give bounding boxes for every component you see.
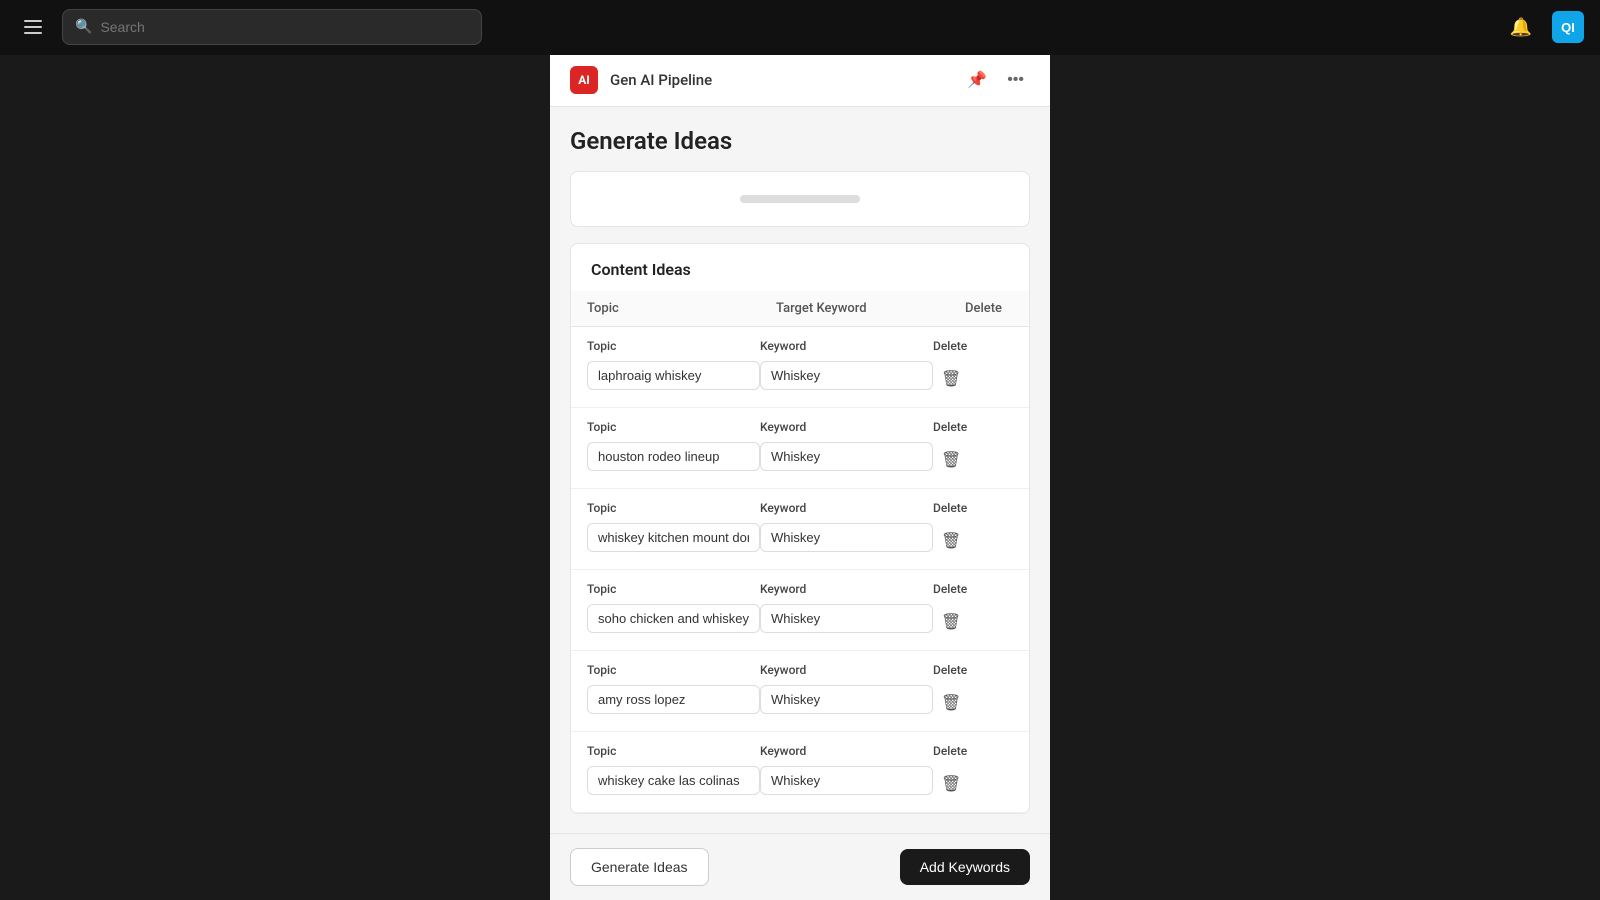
table-row: Topic Keyword Delete 🗑 [571,408,1029,489]
delete-label: Delete [933,663,967,677]
delete-cell: Delete 🗑 [933,744,1013,800]
more-button[interactable]: ••• [1001,66,1030,94]
page-content: Generate Ideas Content Ideas Topic Targe… [550,107,1050,833]
topic-cell: Topic [587,339,760,390]
delete-button[interactable]: 🗑 [933,768,969,800]
topic-input[interactable] [587,523,760,552]
topic-input[interactable] [587,442,760,471]
delete-button[interactable]: 🗑 [933,687,969,719]
page-title: Generate Ideas [570,127,1030,155]
keyword-cell: Keyword [760,663,933,714]
delete-cell: Delete 🗑 [933,663,1013,719]
topic-cell: Topic [587,420,760,471]
top-nav: 🔍 🔔 QI [0,0,1600,55]
keyword-input[interactable] [760,766,933,795]
sub-header: AI Gen AI Pipeline 📌 ••• [550,55,1050,107]
table-row: Topic Keyword Delete 🗑 [571,327,1029,408]
topic-input[interactable] [587,685,760,714]
app-logo: AI [570,66,598,94]
delete-cell: Delete 🗑 [933,420,1013,476]
app-wrapper: 🔍 🔔 QI AI Gen AI Pipeline 📌 ••• Generate… [0,0,1600,900]
topic-label: Topic [587,744,760,758]
keyword-label: Keyword [760,339,933,353]
generate-ideas-button[interactable]: Generate Ideas [570,848,709,886]
pin-button[interactable]: 📌 [961,66,993,94]
topic-cell: Topic [587,663,760,714]
keyword-input[interactable] [760,523,933,552]
table-header-row: Topic Target Keyword Delete [571,291,1029,327]
keyword-label: Keyword [760,582,933,596]
keyword-cell: Keyword [760,420,933,471]
delete-label: Delete [933,744,967,758]
delete-label: Delete [933,501,967,515]
topic-label: Topic [587,582,760,596]
main-panel: AI Gen AI Pipeline 📌 ••• Generate Ideas … [550,55,1050,900]
hamburger-button[interactable] [16,12,50,42]
keyword-cell: Keyword [760,339,933,390]
keyword-cell: Keyword [760,744,933,795]
delete-cell: Delete 🗑 [933,339,1013,395]
topic-cell: Topic [587,744,760,795]
keyword-input[interactable] [760,604,933,633]
app-title: Gen AI Pipeline [610,71,712,89]
keyword-label: Keyword [760,663,933,677]
bottom-actions: Generate Ideas Add Keywords [550,833,1050,900]
ideas-table: Topic Target Keyword Delete Topic Keywor… [571,291,1029,813]
topic-input[interactable] [587,361,760,390]
topic-cell: Topic [587,582,760,633]
delete-button[interactable]: 🗑 [933,363,969,395]
col-header-delete: Delete [949,291,1029,326]
topic-cell: Topic [587,501,760,552]
sub-header-actions: 📌 ••• [961,66,1030,94]
keyword-cell: Keyword [760,501,933,552]
content-ideas-header: Content Ideas [571,244,1029,291]
search-bar: 🔍 [62,9,482,45]
keyword-input[interactable] [760,361,933,390]
collapsed-section [570,171,1030,227]
delete-cell: Delete 🗑 [933,582,1013,638]
bell-button[interactable]: 🔔 [1502,9,1540,46]
table-row: Topic Keyword Delete 🗑 [571,732,1029,813]
keyword-input[interactable] [760,442,933,471]
delete-button[interactable]: 🗑 [933,606,969,638]
topic-label: Topic [587,663,760,677]
table-row: Topic Keyword Delete 🗑 [571,651,1029,732]
delete-button[interactable]: 🗑 [933,525,969,557]
table-row: Topic Keyword Delete 🗑 [571,489,1029,570]
keyword-cell: Keyword [760,582,933,633]
table-row: Topic Keyword Delete 🗑 [571,570,1029,651]
delete-button[interactable]: 🗑 [933,444,969,476]
keyword-input[interactable] [760,685,933,714]
col-header-keyword: Target Keyword [760,291,949,326]
rows-container: Topic Keyword Delete 🗑 Topic Keyword Del [571,327,1029,813]
topic-input[interactable] [587,766,760,795]
delete-label: Delete [933,420,967,434]
collapsed-bar [740,195,860,203]
content-ideas-card: Content Ideas Topic Target Keyword Delet… [570,243,1030,814]
topic-label: Topic [587,501,760,515]
keyword-label: Keyword [760,501,933,515]
search-icon: 🔍 [75,19,92,35]
topic-input[interactable] [587,604,760,633]
add-keywords-button[interactable]: Add Keywords [900,849,1030,885]
delete-cell: Delete 🗑 [933,501,1013,557]
keyword-label: Keyword [760,744,933,758]
topic-label: Topic [587,420,760,434]
topic-label: Topic [587,339,760,353]
col-header-topic: Topic [571,291,760,326]
search-input[interactable] [100,19,469,35]
avatar-button[interactable]: QI [1552,11,1584,43]
delete-label: Delete [933,339,967,353]
delete-label: Delete [933,582,967,596]
keyword-label: Keyword [760,420,933,434]
